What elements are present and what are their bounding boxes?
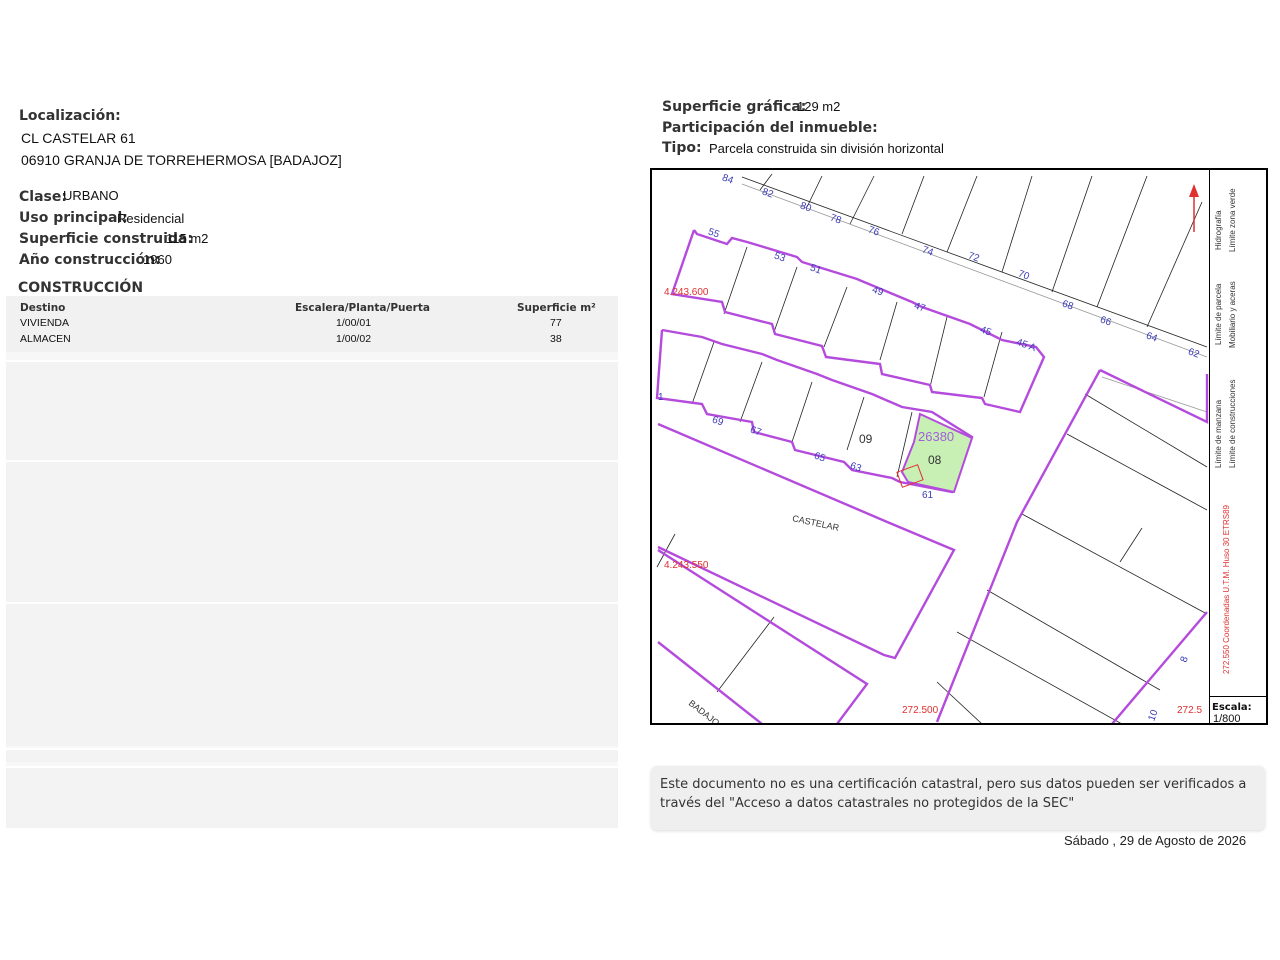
legend-zona-verde: Límite zona verde xyxy=(1228,188,1237,252)
cadastral-map: 26380 08 09 CASTELAR BADAJO 4.243.600 4.… xyxy=(650,168,1268,725)
row-1-planta: 1/00/01 xyxy=(336,317,372,329)
disclaimer-text: Este documento no es una certificación c… xyxy=(660,777,1247,811)
table-band xyxy=(6,748,618,762)
uso-label: Uso principal: xyxy=(19,210,128,226)
row-2-planta: 1/00/02 xyxy=(336,333,372,345)
superficie-grafica-value: 129 m2 xyxy=(797,99,841,114)
table-band xyxy=(6,460,618,602)
col-planta: Escalera/Planta/Puerta xyxy=(295,302,430,314)
scale-label: Escala: xyxy=(1212,702,1252,713)
lot-08: 08 xyxy=(928,453,942,467)
row-2-superficie: 38 xyxy=(550,333,562,345)
col-destino: Destino xyxy=(20,302,66,314)
col-superficie: Superficie m² xyxy=(517,302,596,314)
row-2-destino: ALMACEN xyxy=(20,333,71,345)
clase-value: URBANO xyxy=(63,188,119,203)
coord-y-2: 4.243.550 xyxy=(664,560,709,571)
legend-limite-manzana: Límite de manzana xyxy=(1214,399,1223,468)
superficie-grafica-label: Superficie gráfica: xyxy=(662,99,807,115)
address-line-2: 06910 GRANJA DE TORREHERMOSA [BADAJOZ] xyxy=(21,152,342,168)
table-band xyxy=(6,360,618,460)
map-drawing xyxy=(655,173,1209,723)
disclaimer-box: Este documento no es una certificación c… xyxy=(651,766,1265,830)
legend-mobiliario: Mobiliario y aceras xyxy=(1228,281,1237,348)
construction-title: CONSTRUCCIÓN xyxy=(18,280,144,296)
participacion-label: Participación del inmueble: xyxy=(662,120,878,136)
legend-divider xyxy=(1209,169,1210,724)
uso-value: Residencial xyxy=(117,211,185,226)
house-number: 61 xyxy=(922,490,934,501)
table-band xyxy=(6,766,618,828)
legend-hidrografia: Hidrografía xyxy=(1214,210,1223,250)
row-1-destino: VIVIENDA xyxy=(20,317,70,329)
parcel-ref: 26380 xyxy=(918,429,955,444)
coord-x-1: 272.500 xyxy=(902,705,939,716)
location-label: Localización: xyxy=(19,108,121,124)
clase-label: Clase: xyxy=(19,189,67,205)
construction-table: Destino Escalera/Planta/Puerta Superfici… xyxy=(6,296,618,828)
table-band xyxy=(6,602,618,746)
tipo-value: Parcela construida sin división horizont… xyxy=(709,141,944,156)
anio-value: 1960 xyxy=(143,252,172,267)
tipo-label: Tipo: xyxy=(662,140,702,156)
legend-coordenadas: 272.550 Coordenadas U.T.M. Huso 30 ETRS8… xyxy=(1222,505,1231,674)
scale-value: 1/800 xyxy=(1213,713,1241,725)
legend-limite-construcciones: Límite de construcciones xyxy=(1228,379,1237,469)
house-number: 1 xyxy=(658,392,664,403)
coord-x-2: 272.5 xyxy=(1177,705,1203,716)
anio-label: Año construcción: xyxy=(19,252,161,268)
legend-separator xyxy=(1209,696,1267,697)
row-1-superficie: 77 xyxy=(550,317,562,329)
document-date: Sábado , 29 de Agosto de 2026 xyxy=(1064,833,1247,848)
lot-09: 09 xyxy=(859,432,873,446)
address-line-1: CL CASTELAR 61 xyxy=(21,130,136,146)
coord-y-1: 4.243.600 xyxy=(664,287,709,298)
legend-limite-parcela: Límite de parcela xyxy=(1214,283,1223,345)
superficie-construida-value: 115 m2 xyxy=(166,231,209,246)
